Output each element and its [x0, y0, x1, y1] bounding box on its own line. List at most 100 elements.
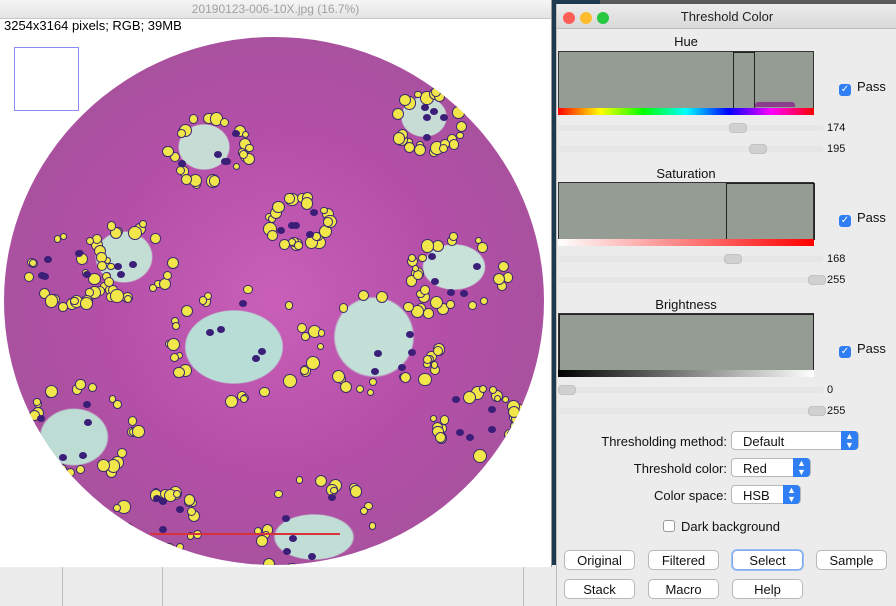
select-button[interactable]: Select [732, 550, 803, 570]
saturation-pass-checkbox[interactable]: ✓ Pass [839, 210, 886, 227]
saturation-max-slider[interactable] [558, 275, 826, 285]
hue-histogram [558, 51, 814, 109]
threshold-speck [430, 414, 438, 423]
stack-button[interactable]: Stack [564, 579, 635, 599]
saturation-selection-box [726, 183, 815, 240]
sample-button[interactable]: Sample [816, 550, 887, 570]
dark-background-label: Dark background [681, 519, 780, 534]
slider-knob[interactable] [808, 275, 826, 285]
help-button[interactable]: Help [732, 579, 803, 599]
brightness-selection-box [559, 314, 814, 371]
threshold-speck [65, 467, 75, 477]
threshold-speck [198, 296, 208, 305]
threshold-speck [452, 106, 465, 119]
threshold-speck [456, 131, 464, 140]
thresholding-method-label: Thresholding method: [601, 434, 727, 449]
saturation-min-slider[interactable] [558, 254, 824, 264]
nucleus-mark [487, 406, 496, 414]
slider-knob[interactable] [808, 406, 826, 416]
threshold-speck [369, 377, 378, 386]
hue-gradient [558, 108, 814, 115]
original-button[interactable]: Original [564, 550, 635, 570]
chevron-updown-icon: ▲ ▼ [793, 458, 810, 477]
nucleus-mark [287, 221, 296, 229]
nucleus-mark [439, 114, 448, 121]
macro-button[interactable]: Macro [648, 579, 719, 599]
threshold-color-value: Red [743, 461, 767, 476]
threshold-speck [127, 416, 137, 426]
panel-titlebar[interactable]: Threshold Color [557, 4, 896, 29]
threshold-speck [272, 201, 285, 214]
threshold-speck [359, 506, 369, 516]
microscopy-image[interactable] [4, 37, 544, 565]
threshold-speck [367, 388, 375, 397]
saturation-max-value: 255 [827, 274, 846, 286]
slider-knob[interactable] [749, 144, 767, 154]
nucleus-mark [74, 250, 83, 258]
threshold-speck [392, 132, 405, 145]
threshold-speck [70, 296, 79, 305]
threshold-speck [418, 253, 427, 263]
threshold-speck [208, 175, 221, 188]
threshold-speck [446, 300, 455, 309]
nucleus-mark [84, 419, 93, 427]
check-icon: ✓ [839, 84, 851, 96]
threshold-speck [172, 489, 181, 498]
threshold-speck [497, 260, 510, 273]
brightness-max-slider[interactable] [558, 406, 826, 416]
filtered-button[interactable]: Filtered [648, 550, 719, 570]
threshold-speck [149, 283, 158, 292]
threshold-speck [188, 114, 198, 124]
image-window-title[interactable]: 20190123-006-10X.jpg (16.7%) [0, 0, 551, 19]
threshold-speck [479, 297, 489, 306]
threshold-speck [173, 366, 185, 379]
threshold-speck [368, 522, 377, 530]
nucleus-mark [370, 367, 379, 375]
color-space-label: Color space: [654, 488, 727, 503]
hue-min-slider[interactable] [558, 123, 824, 133]
slider-knob[interactable] [724, 254, 742, 264]
dark-background-checkbox[interactable]: Dark background [663, 519, 780, 534]
nucleus-mark [459, 290, 468, 297]
nucleus-mark [488, 425, 497, 433]
threshold-speck [399, 93, 411, 106]
check-icon: ✓ [839, 346, 851, 358]
brightness-min-slider[interactable] [558, 385, 824, 395]
threshold-speck [479, 384, 488, 394]
threshold-speck [97, 261, 108, 272]
threshold-speck [337, 564, 346, 565]
threshold-speck [323, 217, 333, 228]
brightness-pass-checkbox[interactable]: ✓ Pass [839, 341, 886, 358]
saturation-min-value: 168 [827, 253, 846, 265]
check-icon: ✓ [839, 215, 851, 227]
threshold-speck [75, 464, 86, 475]
nucleus-mark [222, 157, 231, 165]
threshold-speck [138, 219, 148, 229]
threshold-speck [170, 353, 179, 363]
nucleus-mark [465, 433, 474, 441]
hue-pass-checkbox[interactable]: ✓ Pass [839, 79, 886, 96]
nucleus-mark [423, 113, 432, 121]
threshold-speck [476, 242, 488, 253]
threshold-speck [420, 285, 431, 296]
threshold-color-select[interactable]: Red ▲ ▼ [731, 458, 811, 477]
thresholding-method-select[interactable]: Default ▲ ▼ [731, 431, 859, 450]
color-space-value: HSB [743, 488, 770, 503]
hue-max-slider[interactable] [558, 144, 824, 154]
threshold-speck [113, 400, 123, 410]
navigator-rectangle[interactable] [14, 47, 79, 111]
threshold-speck [166, 338, 180, 352]
color-space-select[interactable]: HSB ▲ ▼ [731, 485, 801, 504]
brightness-label: Brightness [655, 297, 717, 312]
checkbox-icon [663, 520, 675, 532]
nucleus-mark [176, 505, 184, 513]
threshold-speck [317, 343, 325, 351]
saturation-histogram [558, 182, 815, 240]
hue-distribution [755, 102, 795, 107]
slider-knob[interactable] [729, 123, 747, 133]
threshold-speck [245, 143, 254, 153]
hue-label: Hue [674, 34, 698, 49]
threshold-speck [467, 300, 477, 310]
threshold-speck [171, 321, 180, 330]
slider-knob[interactable] [558, 385, 576, 395]
